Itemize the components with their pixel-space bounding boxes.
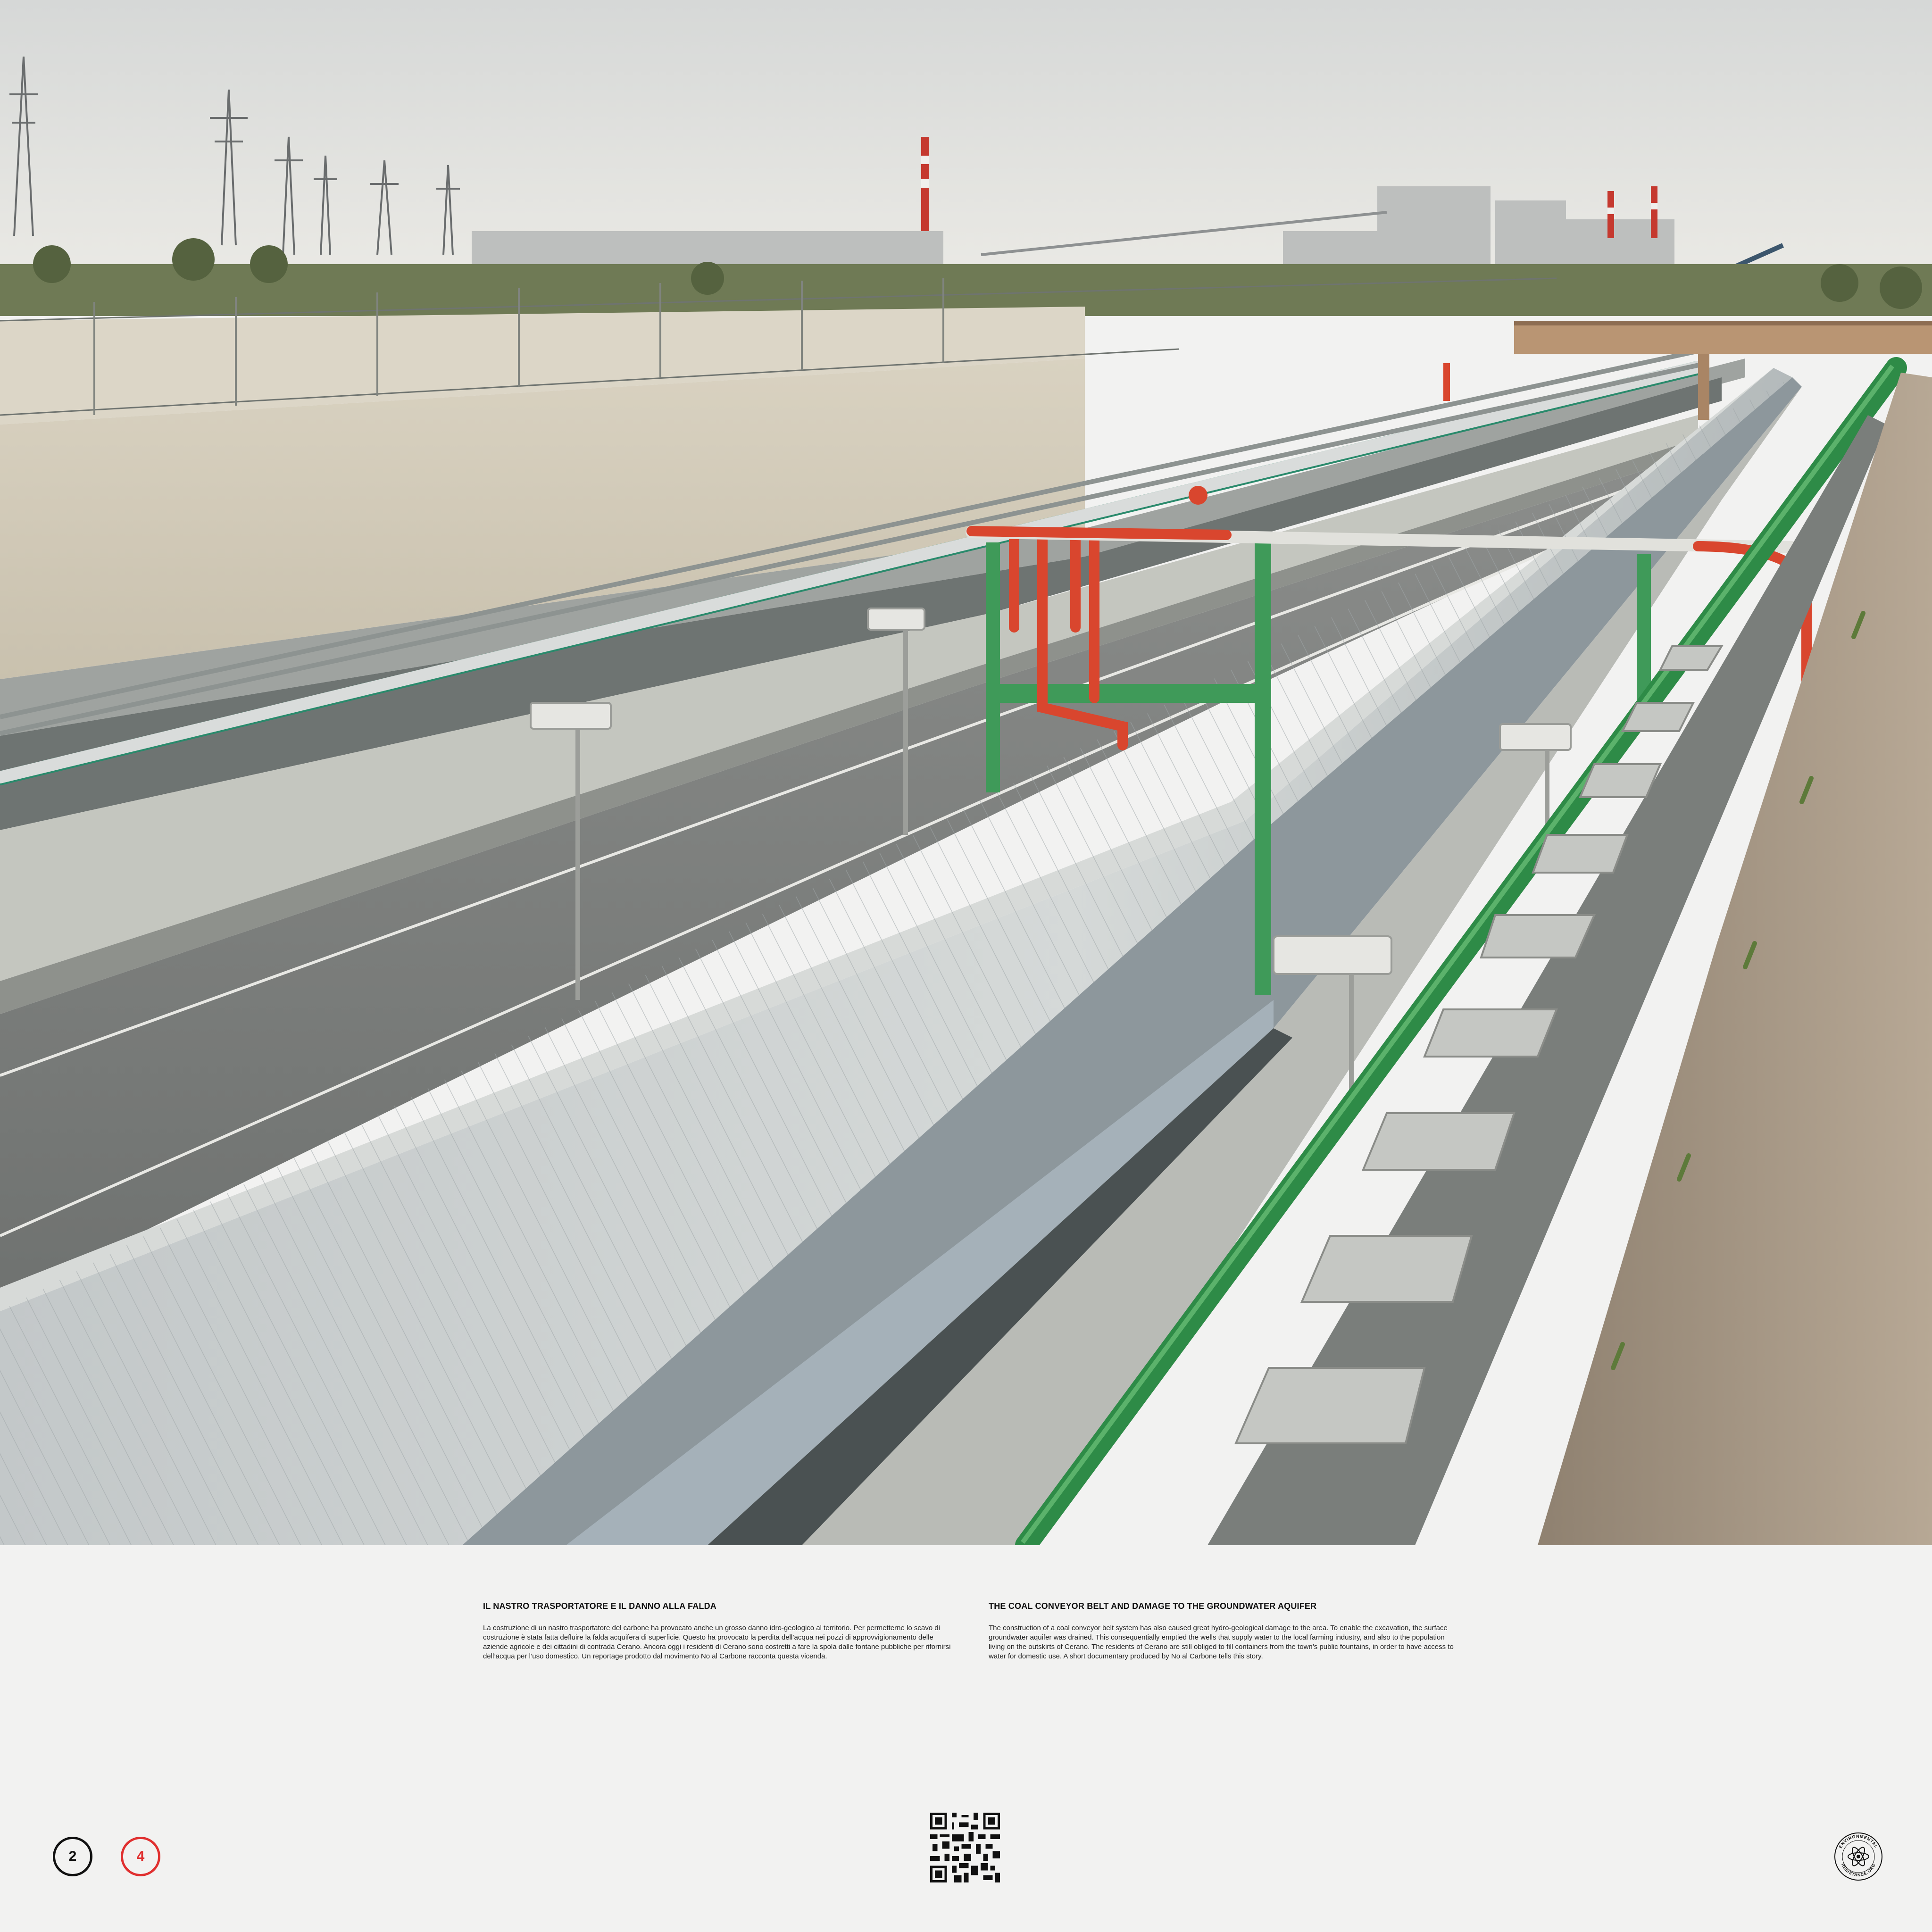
page-number-current: 2 — [53, 1837, 92, 1876]
logo-text-top: ENVIRONMENTAL — [1838, 1834, 1879, 1849]
english-caption-body: The construction of a coal conveyor belt… — [989, 1624, 1454, 1660]
svg-text:RESISTANCE.ORG: RESISTANCE.ORG — [1840, 1863, 1876, 1877]
conveyor-trench-photo — [0, 0, 1932, 1545]
page-number-total: 4 — [121, 1837, 160, 1876]
svg-text:ENVIRONMENTAL: ENVIRONMENTAL — [1838, 1834, 1879, 1849]
italian-caption-body: La costruzione di un nastro trasportator… — [483, 1624, 951, 1660]
english-caption-title: THE COAL CONVEYOR BELT AND DAMAGE TO THE… — [989, 1601, 1317, 1611]
qr-code-icon[interactable] — [930, 1813, 1000, 1882]
italian-caption-title: IL NASTRO TRASPORTATORE E IL DANNO ALLA … — [483, 1601, 716, 1611]
italian-caption: IL NASTRO TRASPORTATORE E IL DANNO ALLA … — [483, 1601, 955, 1661]
logo-text-bottom: RESISTANCE.ORG — [1840, 1863, 1876, 1877]
english-caption: THE COAL CONVEYOR BELT AND DAMAGE TO THE… — [989, 1601, 1460, 1661]
environmental-resistance-logo-icon: ENVIRONMENTAL RESISTANCE.ORG — [1834, 1832, 1882, 1881]
